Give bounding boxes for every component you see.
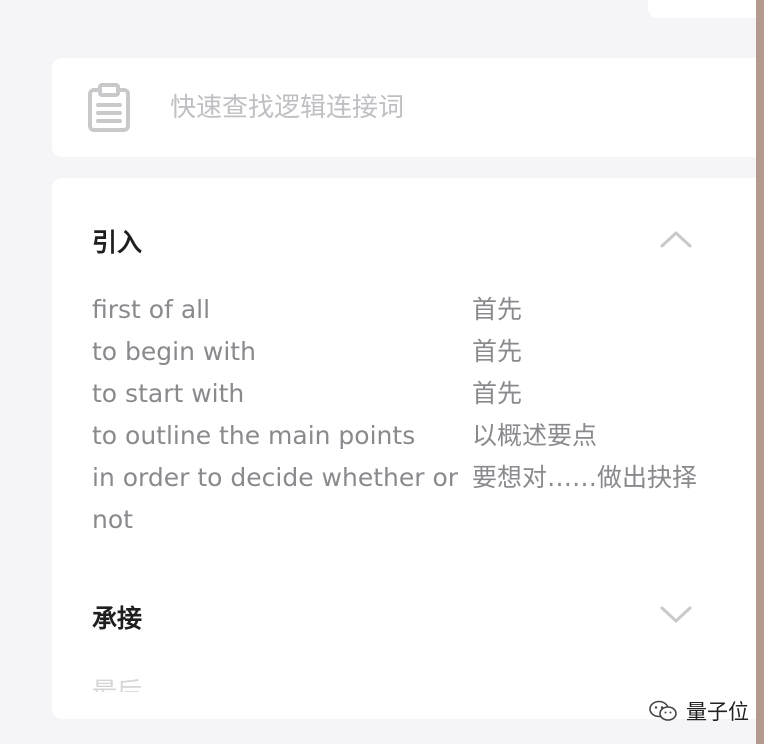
phrase-zh: 首先 [472, 379, 523, 408]
section-title-intro[interactable]: 引入 [92, 223, 142, 259]
window-edge [756, 0, 764, 744]
phrase-zh: 以概述要点 [472, 421, 598, 450]
chevron-up-icon[interactable] [660, 230, 692, 248]
list-item: in order to decide whether or not 要想对……做… [92, 457, 732, 541]
phrase-en: first of all [92, 295, 211, 324]
partial-list-item: 最后 [92, 677, 143, 692]
watermark: 量子位 [648, 696, 749, 726]
list-item: to outline the main points 以概述要点 [92, 415, 732, 457]
section-title-transition[interactable]: 承接 [92, 599, 142, 635]
phrase-zh: 首先 [472, 337, 523, 366]
phrase-en: to outline the main points [92, 421, 416, 450]
watermark-text: 量子位 [686, 700, 749, 724]
phrase-zh: 首先 [472, 295, 523, 324]
list-item: to begin with 首先 [92, 331, 732, 373]
list-item: to start with 首先 [92, 373, 732, 415]
search-input[interactable] [170, 88, 710, 128]
clipboard-icon [88, 83, 130, 132]
chevron-down-icon[interactable] [660, 606, 692, 624]
connectives-card: 引入 first of all 首先 to begin with 首先 to s… [52, 178, 756, 719]
phrase-zh: 要想对……做出抉择 [472, 463, 698, 492]
top-partial-card [648, 0, 764, 18]
phrase-en: to begin with [92, 337, 256, 366]
phrase-en-continued: not [92, 505, 133, 534]
phrase-en: in order to decide whether or [92, 463, 459, 492]
app-stage: 引入 first of all 首先 to begin with 首先 to s… [0, 0, 764, 744]
phrase-en: to start with [92, 379, 245, 408]
list-item: first of all 首先 [92, 289, 732, 331]
wechat-icon [649, 700, 677, 721]
